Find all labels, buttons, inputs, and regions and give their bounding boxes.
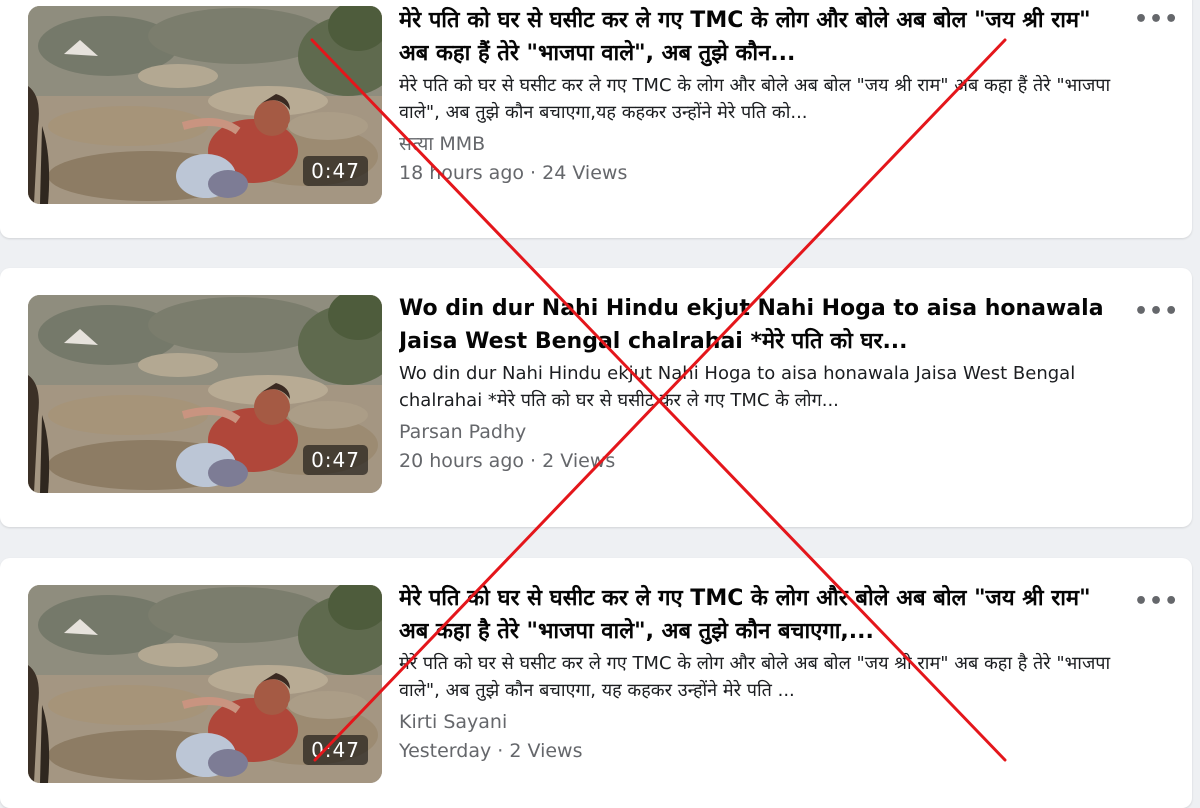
video-title[interactable]: Wo din dur Nahi Hindu ekjut Nahi Hoga to… [399, 292, 1119, 358]
meta-separator: · [524, 450, 543, 472]
video-views: 2 Views [542, 450, 616, 472]
video-info: मेरे पति को घर से घसीट कर ले गए TMC के ल… [399, 582, 1119, 766]
video-meta: 20 hours ago · 2 Views [399, 447, 1119, 476]
video-info: मेरे पति को घर से घसीट कर ले गए TMC के ल… [399, 4, 1119, 188]
video-author[interactable]: सत्या MMB [399, 130, 1119, 159]
video-description: Wo din dur Nahi Hindu ekjut Nahi Hoga to… [399, 363, 1076, 411]
video-duration: 0:47 [303, 445, 368, 475]
video-meta: 18 hours ago · 24 Views [399, 159, 1119, 188]
video-time: 18 hours ago [399, 162, 525, 184]
meta-separator: · [491, 740, 510, 762]
video-card[interactable]: 0:47 मेरे पति को घर से घसीट कर ले गए TMC… [0, 0, 1192, 238]
video-meta: Yesterday · 2 Views [399, 737, 1119, 766]
video-info: Wo din dur Nahi Hindu ekjut Nahi Hoga to… [399, 292, 1119, 476]
video-time: Yesterday [399, 740, 492, 762]
meta-separator: · [524, 162, 543, 184]
video-description: मेरे पति को घर से घसीट कर ले गए TMC के ल… [399, 75, 1111, 123]
more-options-icon[interactable]: ••• [1134, 300, 1178, 324]
video-card[interactable]: 0:47 Wo din dur Nahi Hindu ekjut Nahi Ho… [0, 268, 1192, 527]
video-thumbnail[interactable]: 0:47 [28, 585, 382, 783]
video-description: मेरे पति को घर से घसीट कर ले गए TMC के ल… [399, 653, 1111, 701]
video-author[interactable]: Kirti Sayani [399, 708, 1119, 737]
video-thumbnail[interactable]: 0:47 [28, 6, 382, 204]
video-author[interactable]: Parsan Padhy [399, 418, 1119, 447]
video-duration: 0:47 [303, 735, 368, 765]
video-title[interactable]: मेरे पति को घर से घसीट कर ले गए TMC के ल… [399, 582, 1119, 648]
video-card[interactable]: 0:47 मेरे पति को घर से घसीट कर ले गए TMC… [0, 558, 1192, 808]
video-thumbnail[interactable]: 0:47 [28, 295, 382, 493]
video-title[interactable]: मेरे पति को घर से घसीट कर ले गए TMC के ल… [399, 4, 1119, 70]
more-options-icon[interactable]: ••• [1134, 590, 1178, 614]
more-options-icon[interactable]: ••• [1134, 8, 1178, 32]
video-views: 2 Views [509, 740, 583, 762]
video-duration: 0:47 [303, 156, 368, 186]
video-time: 20 hours ago [399, 450, 525, 472]
video-views: 24 Views [542, 162, 628, 184]
